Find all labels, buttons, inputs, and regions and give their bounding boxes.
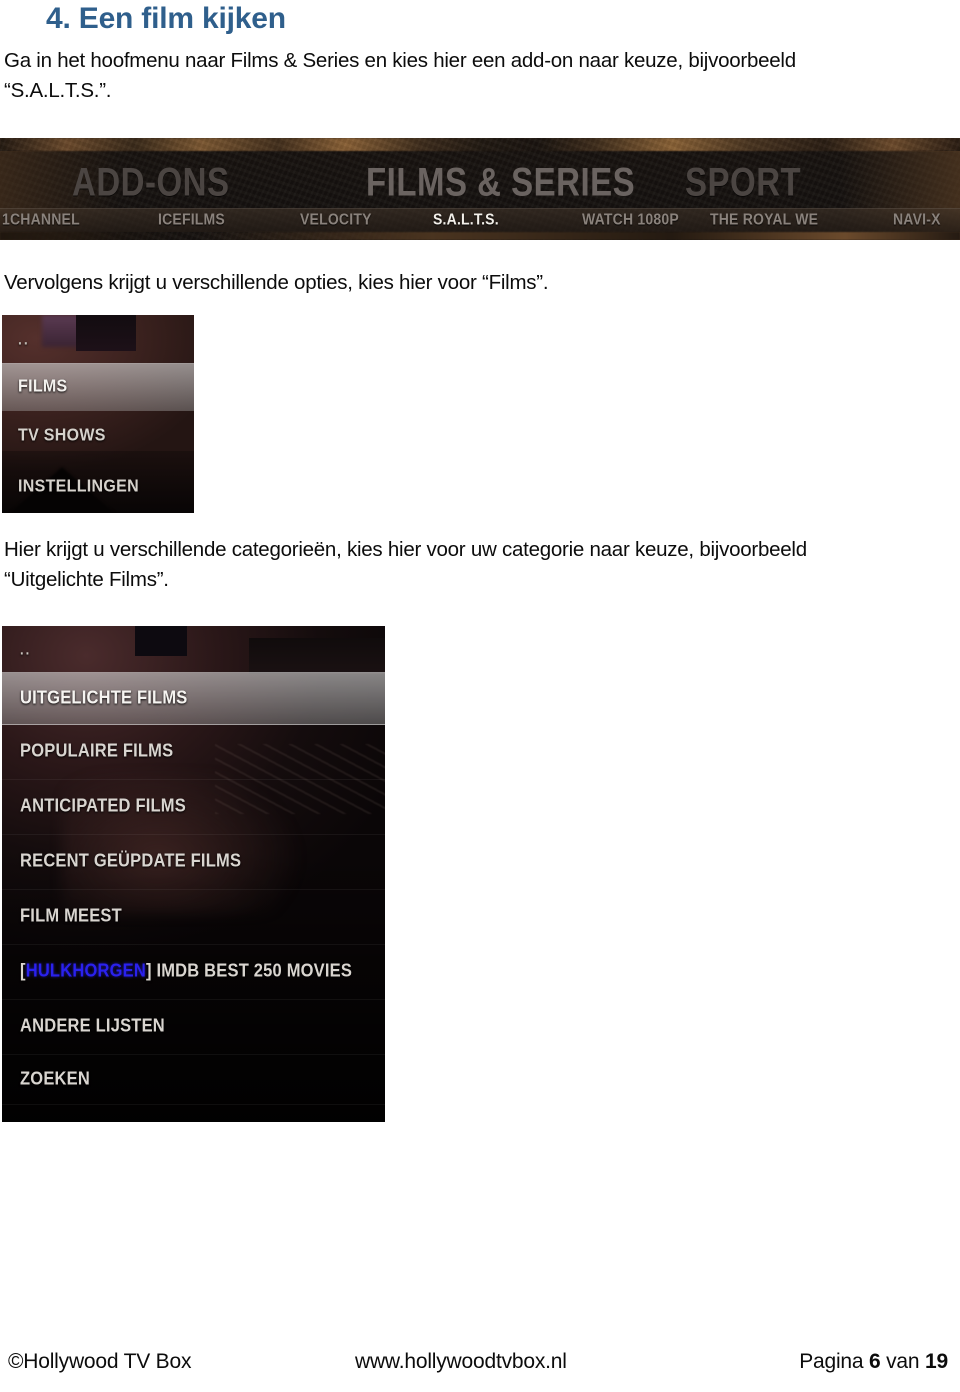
banner-subnav-1channel[interactable]: 1CHANNEL [2, 210, 80, 228]
page-footer: ©Hollywood TV Box www.hollywoodtvbox.nl … [0, 1338, 960, 1392]
footer-page-number: Pagina 6 van 19 [799, 1350, 948, 1374]
banner-subnav-icefilms[interactable]: ICEFILMS [158, 210, 225, 228]
imdb-rest-label: IMDB BEST 250 MOVIES [151, 961, 353, 981]
category-row-zoeken[interactable]: ZOEKEN [2, 1054, 385, 1105]
category-row-label: ZOEKEN [20, 1068, 90, 1089]
category-row-uitgelichte-films[interactable]: UITGELICHTE FILMS [2, 672, 385, 725]
menu-row-divider [2, 363, 194, 364]
document-page: 4. Een film kijken Ga in het hoofmenu na… [0, 0, 960, 1392]
category-row-label: FILM MEEST [20, 906, 122, 926]
category-row-label: ANTICIPATED FILMS [20, 796, 186, 816]
screenshot-categories-list: .. UITGELICHTE FILMS POPULAIRE FILMS ANT… [2, 626, 385, 1122]
category-row-imdb-best-250[interactable]: [HULKHORGEN] IMDB BEST 250 MOVIES [2, 944, 385, 1000]
footer-copyright: ©Hollywood TV Box [8, 1350, 192, 1373]
paragraph-categories: Hier krijgt u verschillende categorieën,… [4, 538, 807, 591]
banner-subnav-navix[interactable]: NAVI-X [893, 210, 941, 228]
category-row-empty [2, 1104, 385, 1122]
menu-row-parent-dir[interactable]: .. [2, 315, 194, 363]
banner-subnav-salts[interactable]: S.A.L.T.S. [433, 210, 499, 228]
banner-subnav-velocity[interactable]: VELOCITY [300, 210, 372, 228]
category-row-anticipated-films[interactable]: ANTICIPATED FILMS [2, 779, 385, 835]
menu-row-instellingen[interactable]: INSTELLINGEN [2, 461, 194, 513]
paragraph-options: Vervolgens krijgt u verschillende opties… [4, 271, 549, 294]
category-row-label: .. [20, 640, 32, 658]
footer-page-middle: van [880, 1350, 926, 1373]
category-row-label: RECENT GEÜPDATE FILMS [20, 851, 242, 871]
menu-row-label: FILMS [18, 376, 68, 396]
category-row-parent-dir[interactable]: .. [2, 626, 385, 673]
hulkhorgen-tag: HULKHORGEN [25, 961, 146, 981]
banner-subnav-theroyalwe[interactable]: THE ROYAL WE [710, 210, 818, 228]
banner-top-texture [0, 138, 960, 151]
menu-row-label: TV SHOWS [18, 425, 106, 445]
paragraph-intro: Ga in het hoofmenu naar Films & Series e… [4, 49, 796, 102]
category-row-label: ANDERE LIJSTEN [20, 1016, 165, 1036]
category-row-label: UITGELICHTE FILMS [20, 687, 188, 708]
category-row-populaire-films[interactable]: POPULAIRE FILMS [2, 724, 385, 780]
category-row-label: [HULKHORGEN] IMDB BEST 250 MOVIES [2, 961, 352, 982]
menu-row-label: .. [18, 330, 30, 348]
banner-bottom-texture [0, 232, 960, 240]
screenshot-addons-banner: ADD-ONS FILMS & SERIES SPORT 1CHANNEL IC… [0, 138, 960, 240]
category-row-label: POPULAIRE FILMS [20, 741, 174, 761]
banner-nav-sport[interactable]: SPORT [685, 159, 801, 205]
menu-row-label: INSTELLINGEN [18, 476, 139, 496]
menu-row-tv-shows[interactable]: TV SHOWS [2, 411, 194, 461]
banner-subnav-watch1080p[interactable]: WATCH 1080P [582, 210, 679, 228]
banner-nav-films-series[interactable]: FILMS & SERIES [366, 159, 635, 205]
menu-row-films[interactable]: FILMS [2, 363, 194, 411]
footer-website[interactable]: www.hollywoodtvbox.nl [355, 1350, 567, 1374]
screenshot-films-menu: .. FILMS TV SHOWS INSTELLINGEN [2, 315, 194, 513]
category-row-andere-lijsten[interactable]: ANDERE LIJSTEN [2, 999, 385, 1055]
banner-sub-nav: 1CHANNEL ICEFILMS VELOCITY S.A.L.T.S. WA… [0, 208, 960, 232]
category-row-recent-geupdate-films[interactable]: RECENT GEÜPDATE FILMS [2, 834, 385, 890]
banner-main-nav: ADD-ONS FILMS & SERIES SPORT [0, 151, 960, 208]
banner-nav-addons[interactable]: ADD-ONS [72, 159, 230, 205]
page-title: 4. Een film kijken [46, 2, 286, 35]
footer-page-prefix: Pagina [799, 1350, 870, 1373]
footer-page-total: 19 [925, 1350, 948, 1373]
footer-page-current: 6 [869, 1350, 881, 1373]
category-row-film-meest[interactable]: FILM MEEST [2, 889, 385, 945]
